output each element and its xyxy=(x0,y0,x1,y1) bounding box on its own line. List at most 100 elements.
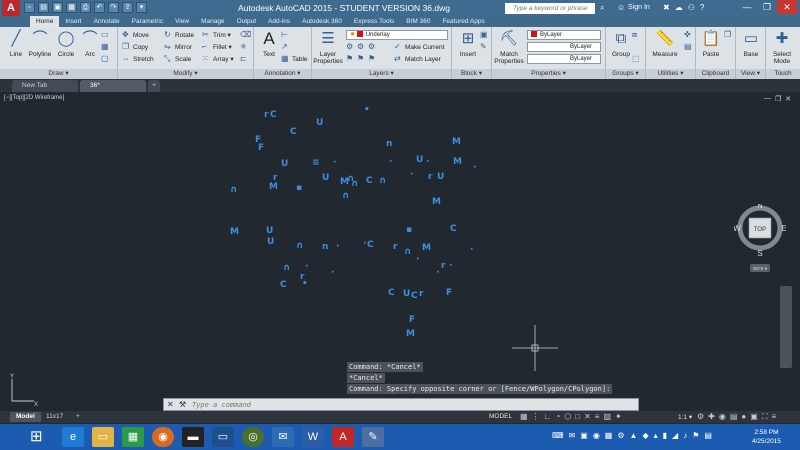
drawing-entity[interactable]: • xyxy=(364,105,370,115)
tray-app-icon[interactable]: ▣ xyxy=(580,431,588,440)
drawing-entity[interactable]: M xyxy=(406,329,415,339)
ungroup-icon[interactable]: ⧈ xyxy=(632,30,643,40)
drawing-entity[interactable]: n xyxy=(322,242,328,252)
drawing-entity[interactable]: ≡ xyxy=(312,158,320,168)
drawing-entity[interactable]: · xyxy=(436,268,439,278)
properties-panel-footer[interactable]: Properties ▾ xyxy=(492,69,605,79)
touch-panel-footer[interactable]: Touch xyxy=(766,69,800,79)
drawing-entity[interactable]: ▪ xyxy=(296,183,302,193)
power-icon[interactable]: ▮ xyxy=(663,431,667,440)
drawing-entity[interactable]: M xyxy=(452,137,461,147)
a360-icon[interactable]: ☁ xyxy=(675,3,683,12)
open-file-icon[interactable]: ▤ xyxy=(38,2,49,13)
drawing-entity[interactable]: r xyxy=(428,172,433,182)
drawing-entity[interactable]: ∩ xyxy=(283,263,290,273)
media-app-icon[interactable]: ◎ xyxy=(242,427,264,447)
store-icon[interactable]: ▦ xyxy=(122,427,144,447)
drawing-entity[interactable]: C xyxy=(280,280,287,290)
leader-icon[interactable]: ↗ xyxy=(281,42,292,52)
tab-autodesk-360[interactable]: Autodesk 360 xyxy=(296,16,348,27)
drawing-entity[interactable]: · xyxy=(449,261,452,271)
drawing-entity[interactable]: ∩ xyxy=(296,241,303,251)
linetype-combo[interactable]: ByLayer xyxy=(527,42,601,52)
drawing-entity[interactable]: M xyxy=(269,182,278,192)
clipboard-panel-footer[interactable]: Clipboard xyxy=(696,69,735,79)
drawing-entity[interactable]: ∩ xyxy=(351,179,358,189)
drawing-entity[interactable]: C xyxy=(388,288,395,298)
tab-add-ins[interactable]: Add-ins xyxy=(262,16,296,27)
clean-screen-icon[interactable]: ⛶ xyxy=(762,412,768,422)
polar-icon[interactable]: ◔ xyxy=(555,412,560,421)
print-icon[interactable]: ⎙ xyxy=(80,2,91,13)
block-panel-footer[interactable]: Block ▾ xyxy=(452,69,491,79)
taskbar-clock[interactable]: 2:58 PM 4/25/2015 xyxy=(752,428,781,446)
tab-featured-apps[interactable]: Featured Apps xyxy=(436,16,490,27)
hatch-tool-icon[interactable]: ▦ xyxy=(101,42,112,52)
new-file-icon[interactable]: ▫ xyxy=(24,2,35,13)
osnap-icon[interactable]: □ xyxy=(575,412,580,421)
tab-bim-360[interactable]: BIM 360 xyxy=(400,16,436,27)
firefox-icon[interactable]: ◉ xyxy=(152,427,174,447)
wcs-menu[interactable]: WCS ▾ xyxy=(753,266,768,271)
drawing-entity[interactable]: M xyxy=(432,197,441,207)
file-tab-new[interactable]: New Tab xyxy=(12,80,78,92)
file-tab-36[interactable]: 36* xyxy=(80,80,146,92)
draw-panel-footer[interactable]: Draw ▾ xyxy=(0,69,117,79)
copy-clip-icon[interactable]: ❐ xyxy=(724,30,735,40)
search-icon[interactable]: ⌕ xyxy=(600,3,610,13)
tray-app-icon[interactable]: ⚙ xyxy=(617,431,624,440)
compass-n[interactable]: N xyxy=(757,204,762,210)
transparency-icon[interactable]: ▨ xyxy=(603,412,611,421)
copy-button[interactable]: ❐ Copy xyxy=(122,42,148,52)
layout-tab-model[interactable]: Model xyxy=(10,412,41,422)
drawing-entity[interactable]: · xyxy=(473,163,476,173)
layer-properties-button[interactable]: ☰ Layer Properties xyxy=(313,29,343,65)
drawing-entity[interactable]: C xyxy=(411,291,418,301)
hardware-accel-icon[interactable]: ▣ xyxy=(750,412,758,422)
quick-properties-icon[interactable]: ▤ xyxy=(730,412,738,422)
ie-icon[interactable]: e xyxy=(62,427,84,447)
layer-combo[interactable]: ✹ Underlay xyxy=(346,30,448,40)
command-input[interactable] xyxy=(192,400,632,410)
restore-button[interactable]: ❐ xyxy=(757,0,777,14)
tray-app-icon[interactable]: ▲ xyxy=(630,431,638,440)
stay-connected-icon[interactable]: ⚇ xyxy=(688,3,695,12)
tab-annotate[interactable]: Annotate xyxy=(88,16,126,27)
drawing-entity[interactable]: · xyxy=(416,255,419,265)
drawing-entity[interactable]: · xyxy=(470,245,473,255)
drawing-entity[interactable]: r xyxy=(441,261,446,271)
view-panel-footer[interactable]: View ▾ xyxy=(736,69,765,79)
drawing-entity[interactable]: · xyxy=(389,157,392,167)
annotation-monitor-icon[interactable]: ✚ xyxy=(708,412,715,422)
layer-tools-icons[interactable]: ⚑ ⚑ ⚑ xyxy=(346,54,379,64)
color-combo[interactable]: ByLayer xyxy=(527,30,601,40)
lineweight-combo[interactable]: ByLayer xyxy=(527,54,601,64)
drawing-entity[interactable]: U xyxy=(403,289,410,299)
mirror-button[interactable]: ⇋ Mirror xyxy=(164,42,192,52)
layers-panel-footer[interactable]: Layers ▾ xyxy=(312,69,451,79)
create-block-icon[interactable]: ▣ xyxy=(480,30,491,40)
drawing-entity[interactable]: U xyxy=(437,172,444,182)
volume-icon[interactable]: ♪ xyxy=(683,431,687,440)
drawing-entity[interactable]: F xyxy=(409,315,415,325)
quick-calc-icon[interactable]: ▤ xyxy=(684,42,695,52)
drawing-entity[interactable]: C xyxy=(290,127,297,137)
save-icon[interactable]: ▣ xyxy=(52,2,63,13)
drawing-entity[interactable]: • xyxy=(302,279,308,289)
tray-app-icon[interactable]: ▴ xyxy=(654,431,658,440)
annotation-panel-footer[interactable]: Annotation ▾ xyxy=(254,69,311,79)
compass-e[interactable]: E xyxy=(781,224,786,233)
drawing-entity[interactable]: n xyxy=(386,139,392,149)
tray-app-icon[interactable]: ▦ xyxy=(605,431,613,440)
drawing-entity[interactable]: U xyxy=(281,159,288,169)
drawing-entity[interactable]: C xyxy=(367,240,374,250)
save-as-icon[interactable]: ▦ xyxy=(66,2,77,13)
layout-tab-11x17[interactable]: 11x17 xyxy=(40,412,69,422)
language-icon[interactable]: ▤ xyxy=(704,431,712,440)
drawing-entity[interactable]: · xyxy=(363,239,366,249)
stretch-button[interactable]: ⇔ Stretch xyxy=(122,54,154,64)
command-customize-icon[interactable]: ⚒ xyxy=(179,400,186,409)
drawing-entity[interactable]: · xyxy=(333,158,336,168)
remote-desktop-icon[interactable]: ▭ xyxy=(212,427,234,447)
ortho-icon[interactable]: ∟ xyxy=(544,412,552,421)
